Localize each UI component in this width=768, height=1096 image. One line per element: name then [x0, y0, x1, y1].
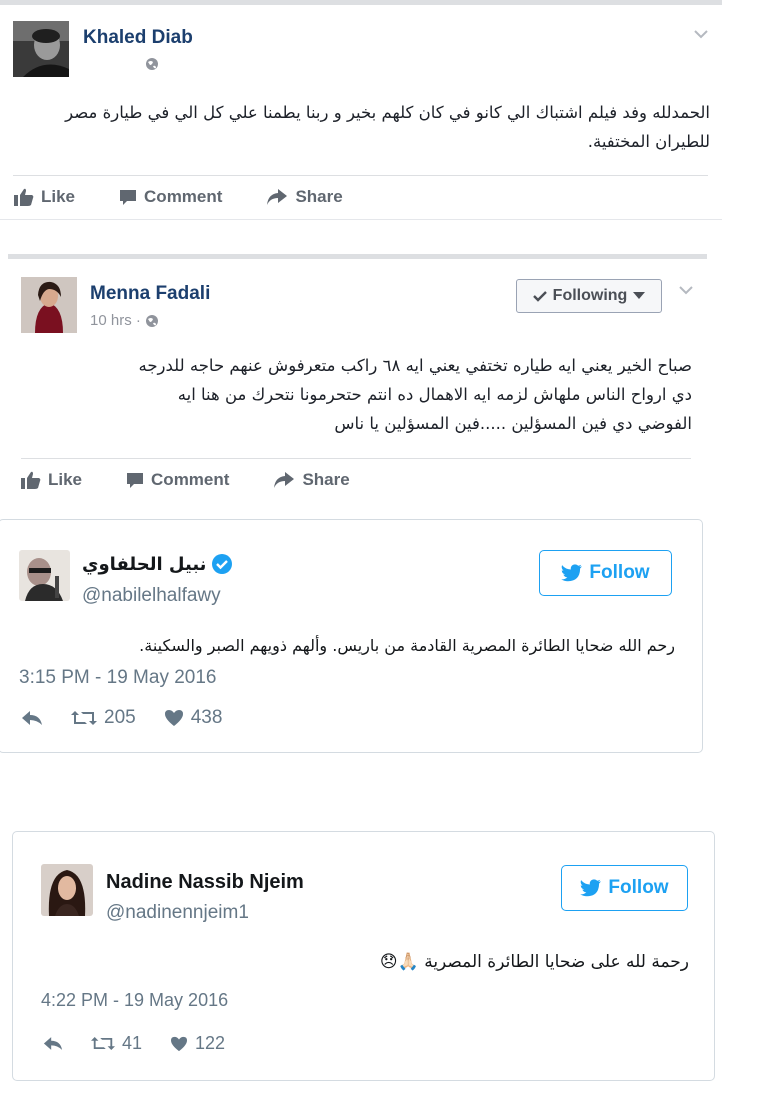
tweet-author-name[interactable]: نبيل الحلفاوي [82, 553, 233, 575]
avatar[interactable] [19, 550, 70, 601]
tweet-text-body: رحمة لله على ضحايا الطائرة المصرية [424, 952, 689, 972]
retweet-button[interactable]: 205 [71, 707, 136, 729]
post-text: صباح الخير يعني ايه طياره تختفي يعني ايه… [20, 351, 692, 438]
post-author[interactable]: Khaled Diab [83, 27, 193, 49]
tweet-text: رحمة لله على ضحايا الطائرة المصرية 🙏🏻😞 [313, 952, 689, 972]
globe-icon [146, 58, 158, 70]
tweet-actions: 205 438 [21, 707, 250, 729]
like-button[interactable]: 438 [164, 707, 223, 729]
post-author[interactable]: Menna Fadali [90, 283, 210, 305]
share-icon [274, 472, 295, 488]
fb-post-menna: Menna Fadali 10 hrs · Following صباح الخ… [8, 259, 707, 504]
share-button[interactable]: Share [273, 470, 350, 490]
share-button[interactable]: Share [266, 187, 343, 207]
avatar[interactable] [41, 864, 93, 916]
post-meta: 10 hrs · [90, 312, 159, 329]
author-name: نبيل الحلفاوي [82, 553, 207, 575]
retweet-button[interactable]: 41 [91, 1033, 142, 1054]
share-label: Share [302, 470, 350, 489]
tweet-handle[interactable]: @nabilelhalfawy [82, 585, 221, 607]
retweet-icon [71, 711, 97, 725]
post-actions: Like Comment Share [21, 470, 394, 490]
heart-icon [164, 710, 183, 726]
follow-label: Follow [589, 562, 650, 583]
reply-button[interactable] [43, 1036, 63, 1051]
comment-icon [120, 190, 137, 205]
like-button[interactable]: Like [14, 187, 75, 207]
post-actions: Like Comment Share [14, 187, 387, 207]
comment-button[interactable]: Comment [126, 470, 229, 490]
tweet-timestamp[interactable]: 4:22 PM - 19 May 2016 [41, 990, 228, 1011]
share-icon [267, 189, 288, 205]
verified-badge-icon [212, 554, 233, 574]
caret-down-icon [633, 292, 646, 299]
reply-icon [43, 1037, 63, 1050]
avatar[interactable] [21, 277, 77, 333]
comment-button[interactable]: Comment [119, 187, 222, 207]
tweet-timestamp[interactable]: 3:15 PM - 19 May 2016 [19, 667, 217, 689]
like-button[interactable]: Like [21, 470, 82, 490]
post-text-line: الفوضي دي فين المسؤلين .....فين المسؤلين… [334, 414, 692, 433]
tweet-card-nadine: Nadine Nassib Njeim @nadinennjeim1 Follo… [12, 831, 715, 1081]
thumbs-up-icon [14, 188, 34, 206]
post-text-line: صباح الخير يعني ايه طياره تختفي يعني ايه… [138, 356, 692, 375]
tweet-handle[interactable]: @nadinennjeim1 [106, 902, 249, 924]
follow-button[interactable]: Follow [561, 865, 688, 911]
tweet-author-name[interactable]: Nadine Nassib Njeim [106, 871, 304, 894]
following-label: Following [552, 287, 628, 304]
post-text-line: دي ارواح الناس ملهاش لزمه ايه الاهمال ده… [177, 385, 692, 404]
like-label: Like [48, 470, 83, 489]
like-count: 438 [190, 707, 223, 728]
author-name: Nadine Nassib Njeim [106, 871, 304, 893]
tweet-text: رحم الله ضحايا الطائرة المصرية القادمة م… [139, 636, 675, 655]
like-label: Like [41, 187, 76, 206]
divider [0, 219, 722, 220]
globe-icon [145, 314, 158, 327]
share-label: Share [295, 187, 343, 206]
avatar[interactable] [13, 21, 69, 77]
heart-icon [171, 1036, 188, 1051]
follow-button[interactable]: Follow [539, 550, 672, 596]
comment-icon [127, 473, 144, 488]
thumbs-up-icon [21, 471, 41, 489]
follow-label: Follow [608, 877, 669, 898]
post-text: الحمدلله وفد فيلم اشتباك الي كانو في كان… [65, 103, 710, 151]
retweet-count: 41 [122, 1033, 143, 1053]
check-icon [532, 291, 547, 302]
reply-icon [22, 711, 42, 725]
retweet-count: 205 [104, 707, 136, 728]
tweet-card-nabil: نبيل الحلفاوي @nabilelhalfawy Follow رحم… [0, 519, 703, 753]
twitter-bird-icon [561, 564, 583, 582]
emoji: 🙏🏻😞 [379, 952, 419, 972]
tweet-actions: 41 122 [43, 1033, 253, 1054]
chevron-down-icon[interactable] [690, 25, 712, 43]
like-count: 122 [195, 1033, 226, 1053]
post-time[interactable]: 10 hrs · [90, 312, 141, 329]
post-meta [145, 57, 159, 71]
fb-post-khaled: Khaled Diab الحمدلله وفد فيلم اشتباك الي… [0, 5, 722, 220]
divider [13, 175, 708, 176]
following-button[interactable]: Following [516, 279, 662, 313]
comment-label: Comment [144, 187, 223, 206]
like-button[interactable]: 122 [170, 1033, 225, 1054]
retweet-icon [91, 1037, 115, 1050]
divider [21, 458, 691, 459]
comment-label: Comment [151, 470, 230, 489]
twitter-bird-icon [580, 879, 602, 897]
reply-button[interactable] [21, 710, 43, 726]
chevron-down-icon[interactable] [675, 281, 697, 299]
